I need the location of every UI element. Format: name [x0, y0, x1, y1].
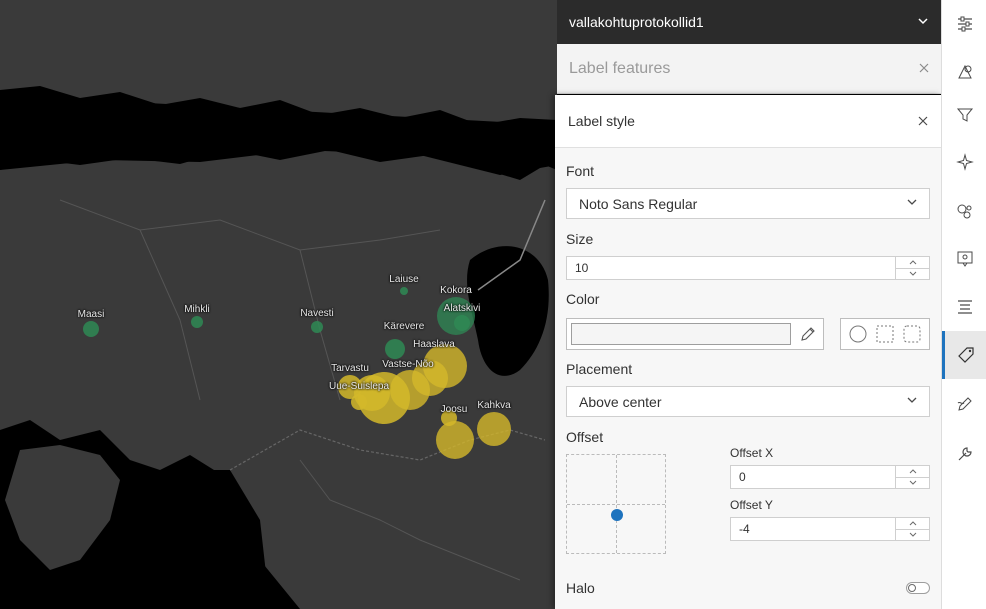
labels-icon[interactable]: [942, 331, 986, 379]
color-picker[interactable]: [566, 318, 824, 350]
close-icon[interactable]: [918, 114, 928, 129]
decrement-icon[interactable]: [896, 530, 929, 541]
map-label: Mihkli: [184, 304, 210, 315]
map-label: Maasi: [77, 309, 105, 320]
font-label: Font: [566, 163, 595, 179]
bubble: [477, 412, 511, 446]
map-label: Tarvastu: [331, 363, 369, 374]
chevron-down-icon: [907, 395, 917, 408]
bubble: [436, 421, 474, 459]
right-toolbar: [941, 0, 986, 609]
layer-selector[interactable]: vallakohtuprotokollid1: [557, 0, 941, 44]
square-shape-icon[interactable]: [875, 324, 895, 344]
map-label: Navesti: [300, 308, 334, 319]
chevron-down-icon[interactable]: [917, 14, 929, 30]
font-value: Noto Sans Regular: [579, 195, 698, 212]
offset-y-label: Offset Y: [730, 498, 773, 512]
map-label: Haaslava: [413, 339, 455, 350]
bubble: [400, 287, 408, 295]
label-style-header: Label style: [555, 95, 941, 148]
label-features-header: Label features: [557, 44, 941, 94]
offset-y-value[interactable]: -4: [731, 518, 895, 540]
increment-icon[interactable]: [896, 466, 929, 478]
clustering-icon[interactable]: [942, 187, 986, 235]
close-icon[interactable]: [919, 61, 929, 76]
halo-row: Halo: [566, 580, 930, 596]
bubble: [311, 321, 323, 333]
color-swatch[interactable]: [571, 323, 791, 345]
pencil-icon[interactable]: [799, 325, 817, 343]
bubble: [385, 339, 405, 359]
placement-label: Placement: [566, 361, 633, 377]
map-label: Uue-Suislepa: [328, 381, 390, 392]
offset-x-stepper[interactable]: 0: [730, 465, 930, 489]
label-style-body: Font Noto Sans Regular Size 10 Color Pla…: [555, 148, 941, 609]
effects-icon[interactable]: [942, 138, 986, 186]
chevron-down-icon: [907, 197, 917, 210]
font-select[interactable]: Noto Sans Regular: [566, 188, 930, 219]
placement-select[interactable]: Above center: [566, 386, 930, 417]
color-label: Color: [566, 291, 600, 307]
halo-label: Halo: [566, 580, 595, 596]
circle-shape-icon[interactable]: [848, 324, 868, 344]
map-label: Vastse-Nõo: [382, 359, 434, 370]
offset-label: Offset: [566, 429, 604, 445]
decrement-icon[interactable]: [896, 478, 929, 489]
label-style-title: Label style: [568, 113, 635, 129]
size-label: Size: [566, 231, 594, 247]
offset-x-label: Offset X: [730, 446, 774, 460]
bubble: [454, 315, 470, 331]
bubble: [83, 321, 99, 337]
bubble: [351, 394, 367, 410]
fields-icon[interactable]: [942, 283, 986, 331]
map-label: Kahkva: [477, 400, 511, 411]
configure-icon[interactable]: [942, 430, 986, 478]
map-label: Kärevere: [383, 321, 425, 332]
map-view[interactable]: Maasi Mihkli Navesti Laiuse Kokora Alats…: [0, 0, 557, 609]
filter-icon[interactable]: [942, 91, 986, 139]
offset-x-value[interactable]: 0: [731, 466, 895, 488]
sketch-icon[interactable]: [942, 380, 986, 428]
map-label: Laiuse: [389, 274, 419, 285]
popups-icon[interactable]: [942, 235, 986, 283]
label-style-panel: Label style Font Noto Sans Regular Size …: [555, 95, 941, 609]
placement-value: Above center: [579, 393, 662, 410]
background-shape-picker[interactable]: [840, 318, 930, 350]
styles-icon[interactable]: [942, 48, 986, 96]
increment-icon[interactable]: [896, 518, 929, 530]
properties-icon[interactable]: [942, 0, 986, 48]
offset-handle[interactable]: [611, 509, 623, 521]
decrement-icon[interactable]: [896, 269, 929, 280]
layer-title: vallakohtuprotokollid1: [569, 14, 704, 30]
increment-icon[interactable]: [896, 257, 929, 269]
offset-y-stepper[interactable]: -4: [730, 517, 930, 541]
rounded-square-shape-icon[interactable]: [902, 324, 922, 344]
size-stepper[interactable]: 10: [566, 256, 930, 280]
map-label: Joosu: [440, 404, 468, 415]
size-value[interactable]: 10: [567, 257, 895, 279]
bubble: [191, 316, 203, 328]
halo-toggle[interactable]: [906, 582, 930, 594]
offset-grid[interactable]: [566, 454, 666, 554]
map-label: Alatskivi: [443, 303, 481, 314]
map-label: Kokora: [440, 285, 472, 296]
label-features-title: Label features: [569, 59, 671, 77]
